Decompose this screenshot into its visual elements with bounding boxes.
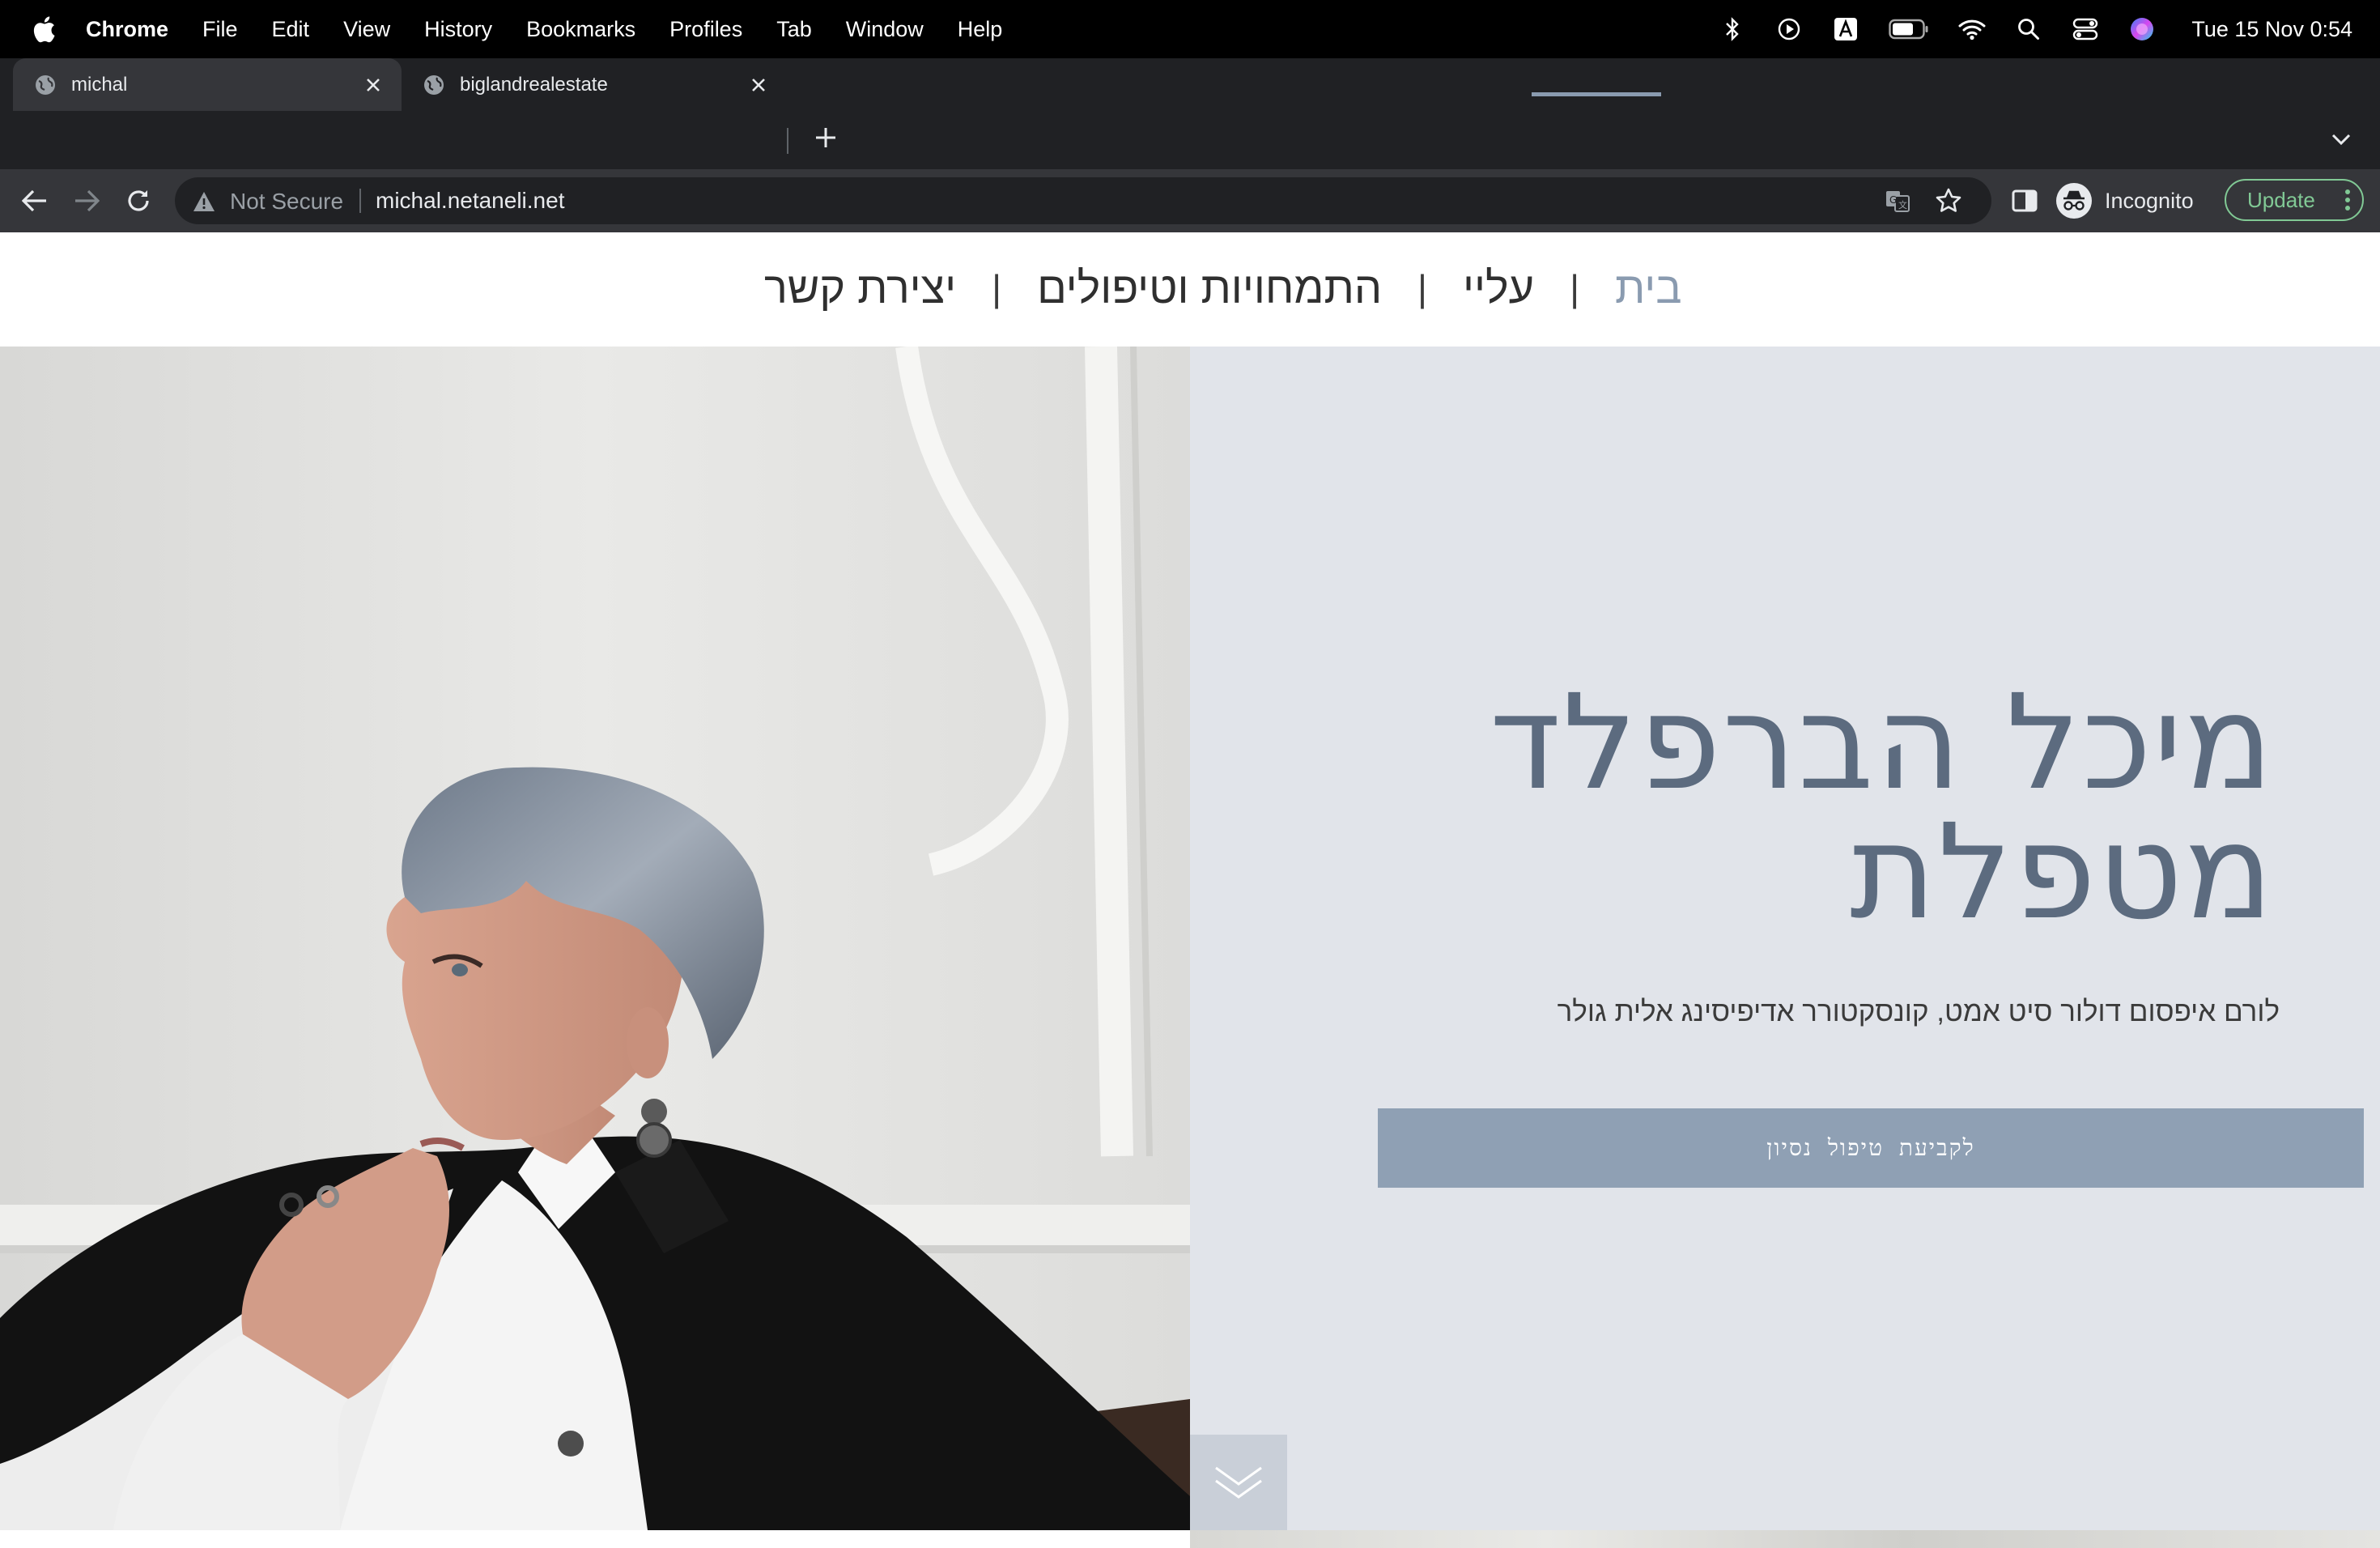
menu-bookmarks[interactable]: Bookmarks: [526, 17, 635, 42]
next-section-image-peek: [1190, 1530, 2380, 1548]
app-name-menu[interactable]: Chrome: [86, 17, 168, 42]
nav-link-home[interactable]: בית: [1599, 263, 1698, 313]
site-navigation: יצירת קשר | התמחויות וטיפולים | עליי | ב…: [748, 262, 1698, 315]
page-bottom-edge: [0, 1530, 1190, 1548]
scroll-down-button[interactable]: [1190, 1435, 1287, 1530]
close-tab-icon[interactable]: [361, 73, 385, 97]
update-label: Update: [2247, 187, 2315, 212]
svg-text:G: G: [1889, 194, 1897, 206]
nav-link-specialties[interactable]: התמחויות וטיפולים: [1021, 263, 1398, 313]
bluetooth-icon[interactable]: [1719, 15, 1746, 43]
nav-separator: |: [1570, 267, 1580, 309]
menu-view[interactable]: View: [343, 17, 390, 42]
translate-icon[interactable]: G文: [1885, 188, 1910, 214]
tab-biglandrealestate[interactable]: biglandrealestate: [402, 58, 787, 111]
more-menu-icon[interactable]: [2344, 189, 2351, 211]
menu-profiles[interactable]: Profiles: [669, 17, 742, 42]
reload-icon[interactable]: [123, 185, 154, 216]
back-arrow-icon[interactable]: [19, 185, 50, 216]
hero-title-line-2: מטפלת: [1850, 797, 2275, 949]
url-text[interactable]: michal.netaneli.net: [376, 188, 564, 214]
incognito-icon: [2056, 183, 2092, 219]
warning-triangle-icon[interactable]: [193, 190, 215, 213]
nav-separator: |: [992, 267, 1002, 309]
hero-panel: מיכל הברפלד מטפלת לורם איפסום דולור סיט …: [1190, 347, 2380, 1530]
keyboard-input-icon[interactable]: [1832, 15, 1859, 43]
security-status-label[interactable]: Not Secure: [230, 189, 343, 215]
menu-window[interactable]: Window: [846, 17, 924, 42]
book-trial-session-button[interactable]: לקביעת טיפול נסיון: [1378, 1108, 2364, 1188]
globe-icon: [424, 74, 444, 95]
tab-title: michal: [71, 73, 128, 96]
tab-separator: [787, 128, 788, 154]
tab-search-chevron-down-icon[interactable]: [2327, 125, 2356, 154]
menu-tab[interactable]: Tab: [776, 17, 812, 42]
menubar-clock[interactable]: Tue 15 Nov 0:54: [2191, 17, 2352, 42]
control-center-icon[interactable]: [2072, 15, 2099, 43]
apple-logo-icon[interactable]: [31, 15, 57, 44]
hero-subtitle: לורם איפסום דולור סיט אמט, קונסקטורר אדי…: [1557, 996, 2280, 1027]
new-tab-plus-icon[interactable]: [810, 121, 842, 154]
address-bar[interactable]: Not Secure michal.netaneli.net G文: [175, 177, 1991, 224]
bookmark-star-icon[interactable]: [1935, 187, 1962, 215]
svg-text:文: 文: [1898, 199, 1907, 211]
active-nav-underline: [1532, 92, 1661, 96]
nav-link-about[interactable]: עליי: [1447, 263, 1550, 313]
menu-history[interactable]: History: [424, 17, 492, 42]
omnibox-divider: [359, 189, 361, 213]
side-panel-icon[interactable]: [2011, 187, 2038, 215]
update-button[interactable]: Update: [2225, 179, 2364, 221]
hero-portrait-image: [0, 347, 1190, 1530]
siri-icon[interactable]: [2128, 15, 2156, 43]
tab-title: biglandrealestate: [460, 73, 608, 96]
menu-help[interactable]: Help: [958, 17, 1003, 42]
incognito-profile-button[interactable]: Incognito: [2056, 182, 2194, 219]
forward-arrow-icon[interactable]: [71, 185, 102, 216]
hero-title: מיכל הברפלד מטפלת: [1303, 678, 2275, 938]
browser-toolbar: Not Secure michal.netaneli.net G文 Incogn…: [0, 169, 2380, 232]
spotlight-search-icon[interactable]: [2015, 15, 2042, 43]
macos-menu-bar: Chrome File Edit View History Bookmarks …: [0, 0, 2380, 58]
globe-icon: [36, 74, 55, 95]
close-tab-icon[interactable]: [746, 73, 771, 97]
battery-icon[interactable]: [1889, 15, 1929, 43]
tab-michal[interactable]: michal: [13, 58, 402, 111]
nav-separator: |: [1417, 267, 1427, 309]
menu-file[interactable]: File: [202, 17, 238, 42]
wifi-icon[interactable]: [1958, 15, 1986, 43]
incognito-label: Incognito: [2105, 188, 2194, 213]
play-icon[interactable]: [1775, 15, 1803, 43]
menu-edit[interactable]: Edit: [272, 17, 310, 42]
double-chevron-down-icon: [1215, 1466, 1262, 1499]
site-header: יצירת קשר | התמחויות וטיפולים | עליי | ב…: [0, 232, 2380, 347]
nav-link-contact[interactable]: יצירת קשר: [748, 263, 972, 313]
